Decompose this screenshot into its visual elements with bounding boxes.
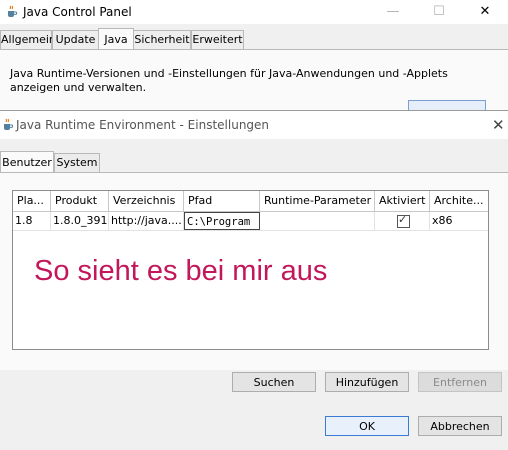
cell-product[interactable]: 1.8.0_391 bbox=[51, 212, 109, 230]
column-header-path[interactable]: Pfad bbox=[184, 191, 260, 211]
table-row[interactable]: 1.8 1.8.0_391 http://java.... C:\Program… bbox=[13, 212, 488, 231]
tab-benutzer[interactable]: Benutzer bbox=[0, 151, 54, 173]
tab-update[interactable]: Update bbox=[52, 30, 99, 49]
jre-dialog-titlebar: Java Runtime Environment - Einstellungen… bbox=[0, 111, 508, 139]
find-button[interactable]: Suchen bbox=[232, 372, 316, 392]
column-header-runtime-params[interactable]: Runtime-Parameter bbox=[260, 191, 375, 211]
jre-dialog-title: Java Runtime Environment - Einstellungen bbox=[16, 118, 270, 132]
control-panel-titlebar: Java Control Panel — ☐ ✕ bbox=[0, 0, 508, 24]
column-header-platform[interactable]: Pla... bbox=[13, 191, 51, 211]
ok-button[interactable]: OK bbox=[325, 416, 409, 436]
cell-architecture[interactable]: x86 bbox=[430, 212, 488, 230]
jre-dialog-close-icon[interactable]: ✕ bbox=[492, 116, 505, 134]
enabled-checkbox[interactable] bbox=[397, 213, 410, 228]
cell-runtime-params[interactable] bbox=[260, 212, 375, 230]
annotation-text: So sieht es bei mir aus bbox=[34, 255, 328, 287]
tab-erweitert[interactable]: Erweitert bbox=[191, 30, 244, 49]
table-header: Pla... Produkt Verzeichnis Pfad Runtime-… bbox=[13, 191, 488, 212]
java-control-panel-window: Java Control Panel — ☐ ✕ Allgemein Updat… bbox=[0, 0, 508, 120]
close-button[interactable]: ✕ bbox=[470, 0, 500, 24]
minimize-button[interactable]: — bbox=[378, 0, 408, 24]
java-coffee-cup-icon bbox=[8, 5, 18, 17]
cell-location[interactable]: http://java.... bbox=[109, 212, 184, 230]
cell-enabled bbox=[375, 212, 430, 230]
tab-allgemein[interactable]: Allgemein bbox=[0, 30, 56, 49]
jre-settings-dialog: Java Runtime Environment - Einstellungen… bbox=[0, 110, 508, 450]
cell-path-editor[interactable]: C:\Program ... bbox=[184, 212, 260, 230]
column-header-enabled[interactable]: Aktiviert bbox=[375, 191, 430, 211]
column-header-product[interactable]: Produkt bbox=[51, 191, 109, 211]
remove-button: Entfernen bbox=[418, 372, 502, 392]
column-header-architecture[interactable]: Archite... bbox=[430, 191, 488, 211]
cell-platform[interactable]: 1.8 bbox=[13, 212, 51, 230]
cancel-button[interactable]: Abbrechen bbox=[418, 416, 502, 436]
java-coffee-cup-icon bbox=[4, 118, 14, 130]
tab-system[interactable]: System bbox=[54, 153, 100, 172]
column-header-location[interactable]: Verzeichnis bbox=[109, 191, 184, 211]
tab-sicherheit[interactable]: Sicherheit bbox=[133, 30, 191, 49]
maximize-button[interactable]: ☐ bbox=[424, 0, 454, 24]
control-panel-title: Java Control Panel bbox=[23, 5, 132, 19]
tab-java[interactable]: Java bbox=[98, 28, 134, 50]
add-button[interactable]: Hinzufügen bbox=[325, 372, 409, 392]
java-tab-description: Java Runtime-Versionen und -Einstellunge… bbox=[10, 67, 448, 94]
